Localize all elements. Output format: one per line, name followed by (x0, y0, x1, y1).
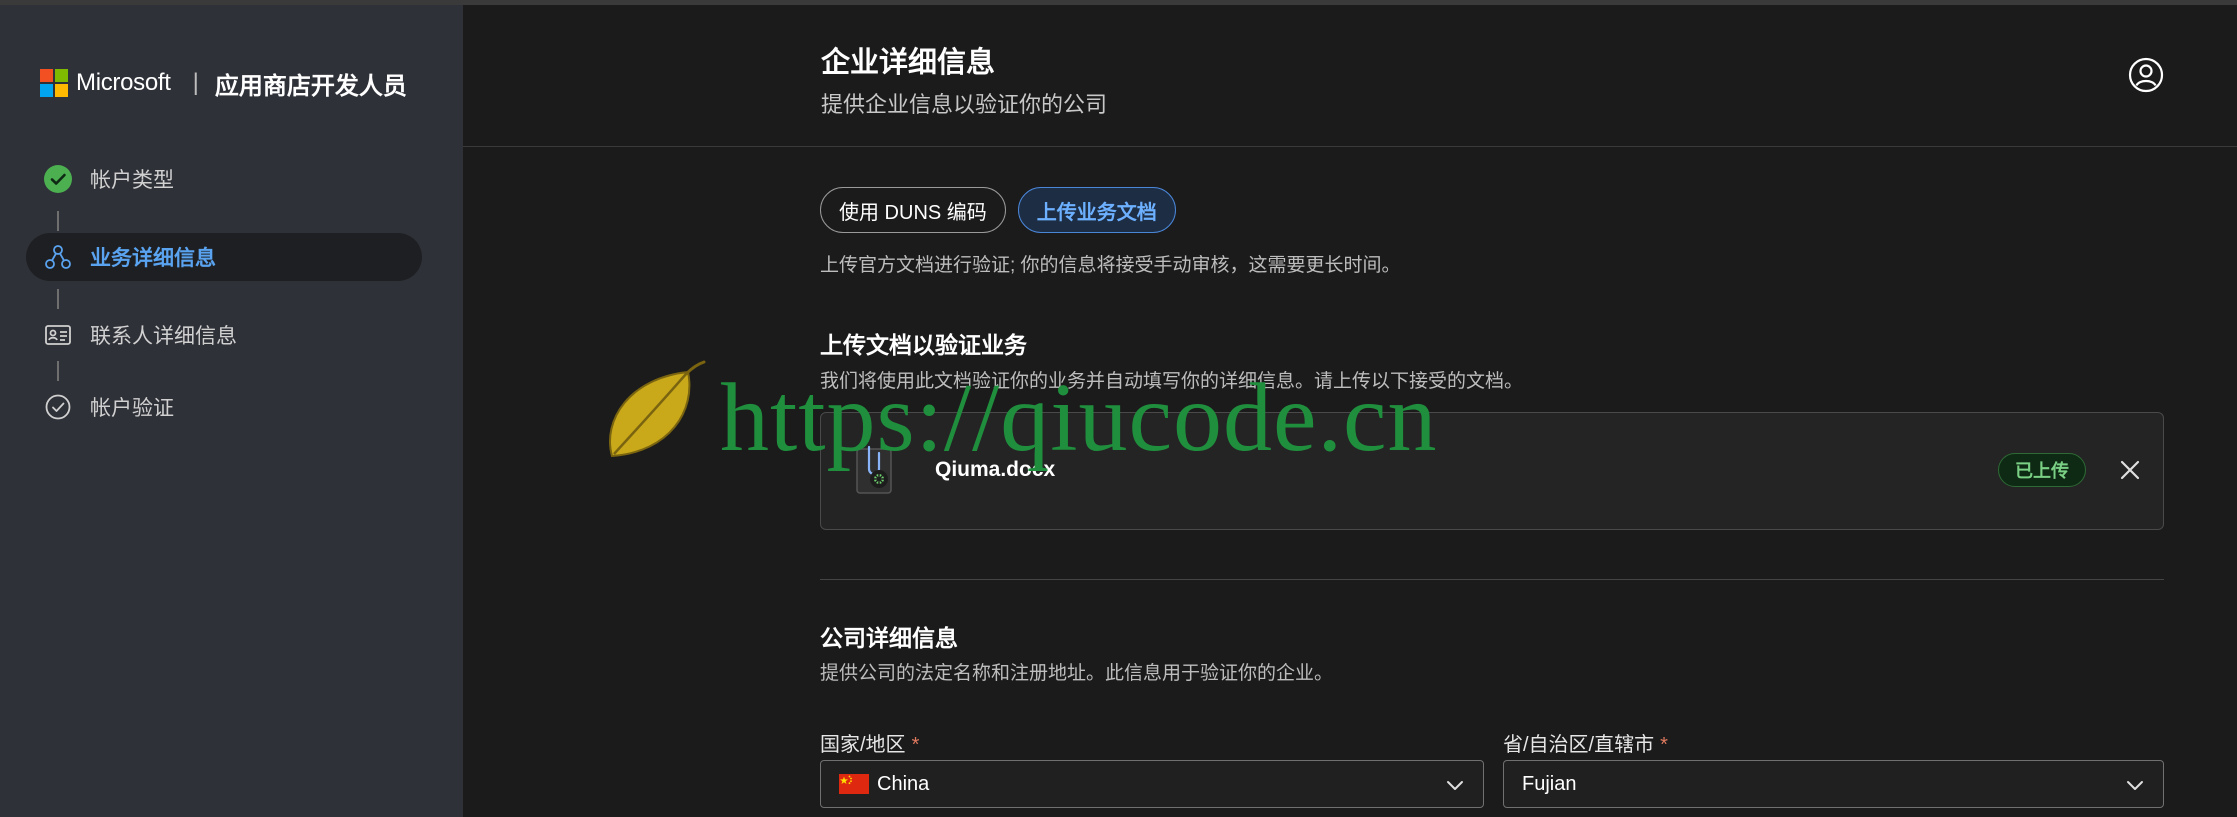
step-label: 业务详细信息 (90, 247, 216, 270)
company-section-description: 提供公司的法定名称和注册地址。此信息用于验证你的企业。 (820, 663, 1334, 684)
chevron-down-icon (2125, 775, 2145, 795)
brand-separator: | (192, 69, 199, 96)
verification-hint: 上传官方文档进行验证; 你的信息将接受手动审核，这需要更长时间。 (820, 255, 1401, 276)
organization-icon (42, 241, 74, 273)
company-section-title: 公司详细信息 (820, 625, 958, 651)
duns-option-button[interactable]: 使用 DUNS 编码 (820, 187, 1006, 233)
check-circle-icon (42, 163, 74, 195)
upload-section-description: 我们将使用此文档验证你的业务并自动填写你的详细信息。请上传以下接受的文档。 (820, 371, 1524, 392)
verification-mode-toggle: 使用 DUNS 编码 上传业务文档 (820, 187, 1176, 233)
sidebar: Microsoft | 应用商店开发人员 帐户类型 业务详细信息 联系人详细信息… (0, 5, 463, 817)
step-label: 帐户类型 (90, 169, 174, 192)
user-avatar-icon[interactable] (2128, 57, 2164, 93)
province-select[interactable]: Fujian (1503, 760, 2164, 808)
province-field-label: 省/自治区/直辖市 * (1503, 728, 1668, 757)
province-label-text: 省/自治区/直辖市 (1503, 734, 1655, 756)
step-business-details[interactable]: 业务详细信息 (26, 233, 422, 281)
required-mark: * (1660, 734, 1668, 756)
step-contact-details[interactable]: 联系人详细信息 (26, 311, 422, 359)
step-connector (57, 289, 59, 309)
required-mark: * (911, 734, 920, 756)
document-attachment-icon (849, 443, 905, 503)
country-label-text: 国家/地区 (820, 734, 906, 756)
leaf-icon (600, 360, 706, 475)
brand-header[interactable]: Microsoft | 应用商店开发人员 (40, 63, 407, 103)
page-header: 企业详细信息 提供企业信息以验证你的公司 (463, 5, 2237, 147)
step-connector (57, 211, 59, 231)
step-connector (57, 361, 59, 381)
china-flag-icon (839, 774, 869, 794)
province-value: Fujian (1522, 772, 1577, 795)
step-account-verification[interactable]: 帐户验证 (26, 383, 422, 431)
contact-card-icon (42, 319, 74, 351)
check-outline-icon (42, 391, 74, 423)
section-divider (820, 579, 2164, 580)
country-select[interactable]: China (820, 760, 1484, 808)
close-icon[interactable] (2117, 457, 2143, 483)
step-account-type[interactable]: 帐户类型 (26, 155, 422, 203)
file-name: Qiuma.docx (935, 458, 1056, 481)
uploaded-file-card: Qiuma.docx 已上传 (820, 412, 2164, 530)
brand-product-title: 应用商店开发人员 (214, 72, 407, 100)
upload-documents-option-button[interactable]: 上传业务文档 (1017, 187, 1176, 233)
country-field-label: 国家/地区 * (820, 728, 919, 757)
chevron-down-icon (1445, 775, 1465, 795)
page-title: 企业详细信息 (821, 47, 996, 79)
page-subtitle: 提供企业信息以验证你的公司 (821, 92, 1108, 117)
country-value: China (877, 772, 930, 795)
upload-section-title: 上传文档以验证业务 (820, 332, 1027, 358)
microsoft-logo-icon (40, 69, 68, 97)
upload-status-badge: 已上传 (1998, 453, 2086, 487)
brand-company: Microsoft (76, 69, 171, 96)
step-label: 帐户验证 (90, 397, 174, 420)
step-label: 联系人详细信息 (90, 325, 237, 348)
